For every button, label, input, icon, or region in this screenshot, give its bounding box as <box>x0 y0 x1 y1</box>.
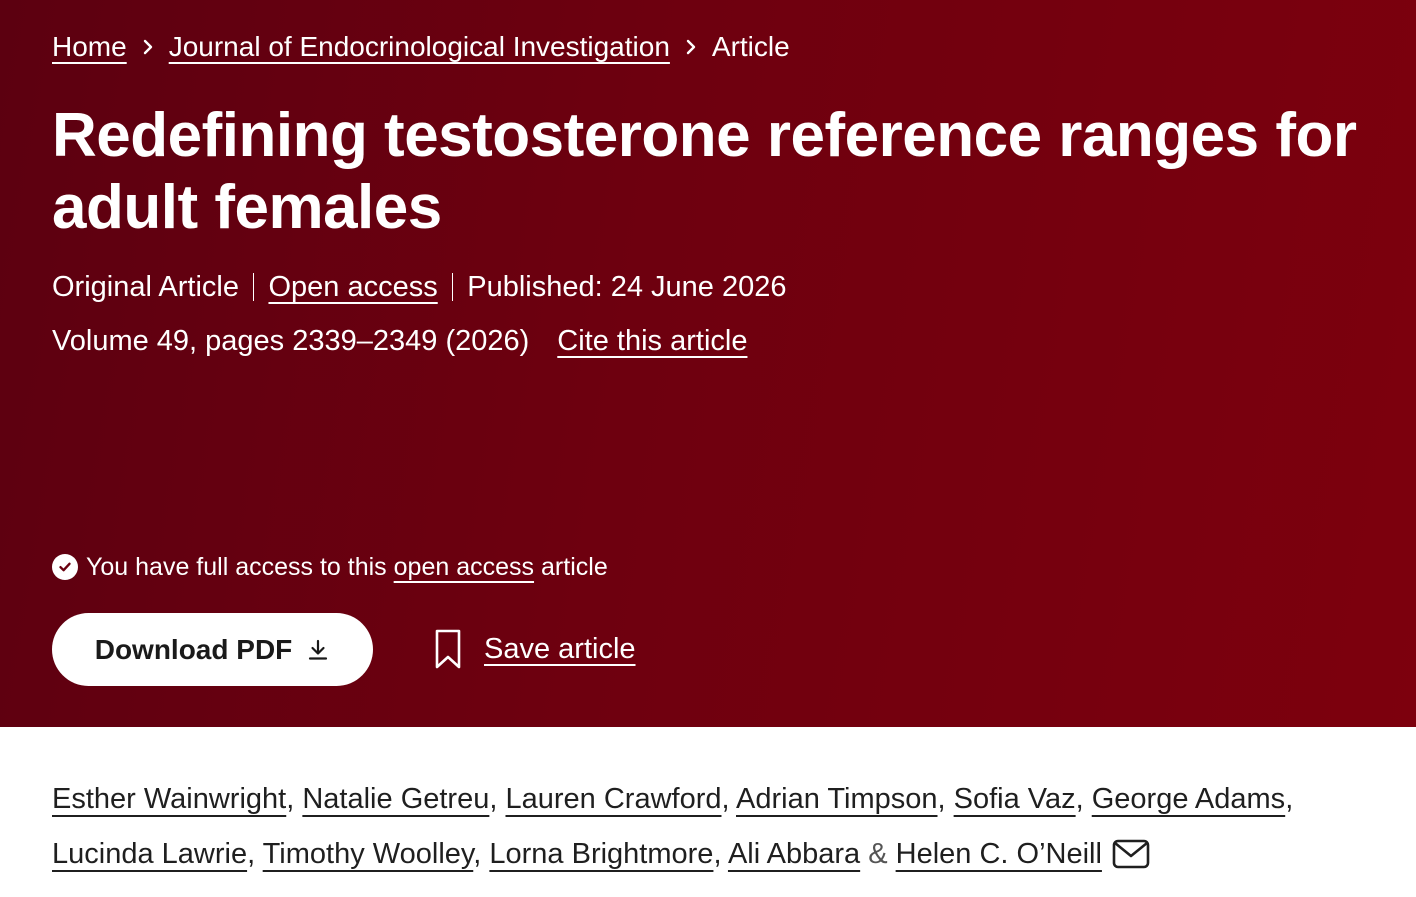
mail-icon[interactable] <box>1112 833 1150 888</box>
bookmark-icon <box>432 628 464 670</box>
author-link[interactable]: Adrian Timpson <box>736 783 938 815</box>
author-link[interactable]: Lorna Brightmore <box>489 838 713 870</box>
author-link[interactable]: Esther Wainwright <box>52 783 286 815</box>
article-type: Original Article <box>52 271 239 303</box>
author-link[interactable]: Lauren Crawford <box>505 783 721 815</box>
download-icon <box>306 638 330 662</box>
download-pdf-label: Download PDF <box>94 633 293 665</box>
article-meta: Original Article Open access Published: … <box>52 268 787 306</box>
author-link[interactable]: George Adams <box>1092 783 1285 815</box>
divider <box>252 273 255 301</box>
open-access-link[interactable]: Open access <box>268 268 437 306</box>
breadcrumb-home-link[interactable]: Home <box>52 28 127 66</box>
volume-pages: Volume 49, pages 2339–2349 (2026) <box>52 325 530 357</box>
cite-article-link[interactable]: Cite this article <box>557 322 747 360</box>
check-circle-icon <box>52 554 78 580</box>
save-article-button[interactable]: Save article <box>432 628 636 670</box>
breadcrumb: Home Journal of Endocrinological Investi… <box>52 28 790 66</box>
divider <box>451 273 454 301</box>
author-list: Esther Wainwright, Natalie Getreu, Laure… <box>52 772 1392 888</box>
article-title: Redefining testosterone reference ranges… <box>52 101 1357 242</box>
chevron-right-icon <box>670 38 712 56</box>
author-link[interactable]: Lucinda Lawrie <box>52 838 247 870</box>
author-link[interactable]: Sofia Vaz <box>954 783 1076 815</box>
access-notice-prefix: You have full access to this <box>86 553 387 581</box>
chevron-right-icon <box>127 38 169 56</box>
open-access-info-link[interactable]: open access <box>394 550 534 584</box>
article-citation-row: Volume 49, pages 2339–2349 (2026) Cite t… <box>52 322 747 360</box>
author-link[interactable]: Ali Abbara <box>728 838 860 870</box>
download-pdf-button[interactable]: Download PDF <box>52 613 373 686</box>
access-notice-suffix: article <box>541 553 608 581</box>
author-link[interactable]: Natalie Getreu <box>302 783 489 815</box>
corresponding-author-link[interactable]: Helen C. O’Neill <box>896 838 1102 870</box>
access-notice: You have full access to this open access… <box>52 550 608 584</box>
published-date: Published: 24 June 2026 <box>467 271 787 303</box>
author-link[interactable]: Timothy Woolley <box>263 838 474 870</box>
save-article-label: Save article <box>484 632 636 665</box>
breadcrumb-current: Article <box>711 31 790 62</box>
breadcrumb-journal-link[interactable]: Journal of Endocrinological Investigatio… <box>169 28 670 66</box>
article-header: Home Journal of Endocrinological Investi… <box>0 0 1416 727</box>
